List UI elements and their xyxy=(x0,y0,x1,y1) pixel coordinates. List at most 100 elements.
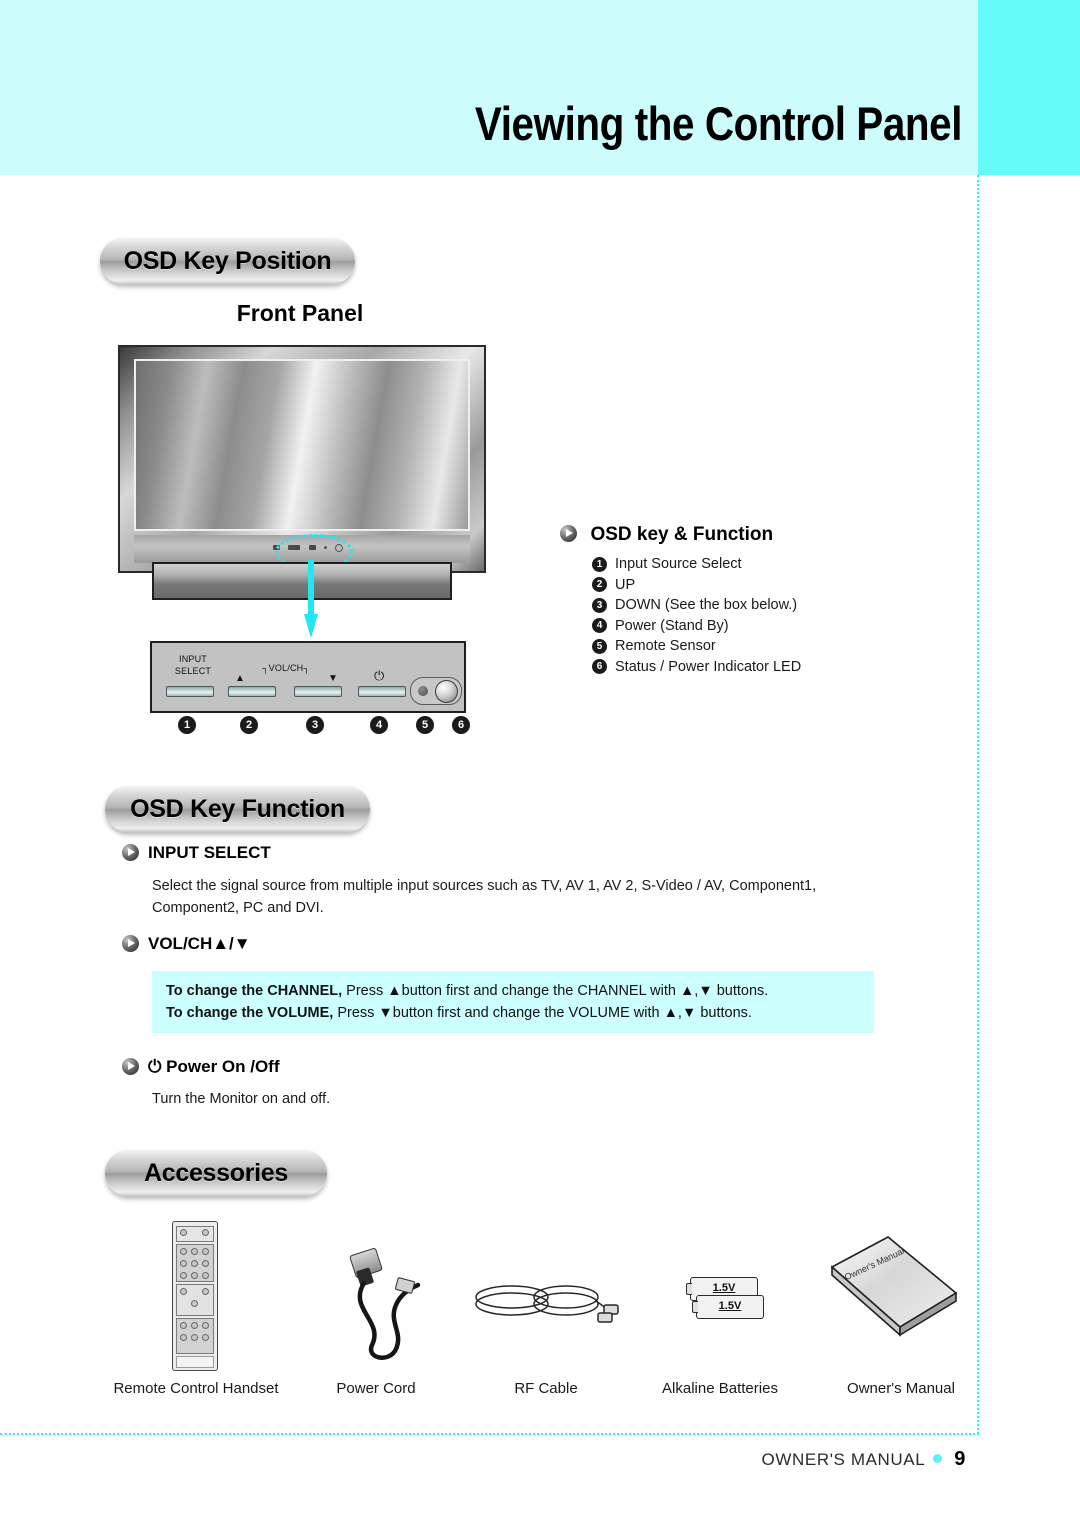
page-title: Viewing the Control Panel xyxy=(474,97,963,150)
remote-sensor-icon xyxy=(418,686,428,696)
list-item: 1 Input Source Select xyxy=(592,556,960,572)
accessory-rf-cable: RF Cable xyxy=(460,1215,632,1405)
monitor-stand xyxy=(152,562,452,600)
remote-key-dot xyxy=(191,1322,198,1329)
note-rest-channel: Press ▲button first and change the CHANN… xyxy=(342,983,769,999)
list-item-label: Status / Power Indicator LED xyxy=(615,658,802,675)
remote-key-dot xyxy=(180,1229,187,1236)
arrow-shaft xyxy=(308,560,314,618)
note-bold-volume: To change the VOLUME, xyxy=(166,1005,334,1021)
front-panel-heading: Front Panel xyxy=(236,300,364,326)
list-number-badge: 4 xyxy=(592,618,607,633)
section-heading-osd-key-function: OSD Key Function xyxy=(105,786,370,832)
input-select-line2: SELECT xyxy=(174,666,212,676)
control-panel-sensor-led-group xyxy=(410,677,462,705)
battery-voltage-label: 1.5V xyxy=(718,1300,742,1312)
remote-key-dot xyxy=(191,1334,198,1341)
control-panel-button-up[interactable] xyxy=(228,686,276,697)
list-item: 4 Power (Stand By) xyxy=(592,618,960,634)
list-item-label: DOWN (See the box below.) xyxy=(615,597,798,613)
control-panel-strip: INPUT SELECT ┐VOL/CH┐ ▲ ▼ ⏻ xyxy=(150,641,466,713)
power-cord-cable-icon xyxy=(357,1280,421,1360)
control-panel-number-callouts: 1 2 3 4 5 6 xyxy=(150,716,470,738)
play-bullet-icon xyxy=(122,935,139,952)
accessory-caption: RF Cable xyxy=(514,1380,578,1397)
rf-cable-icon xyxy=(475,1285,619,1323)
control-panel-input-select-label: INPUT SELECT xyxy=(166,653,220,677)
function-body-power-on-off: Turn the Monitor on and off. xyxy=(152,1091,331,1107)
function-heading-input-select: INPUT SELECT xyxy=(122,843,271,863)
list-number-badge: 2 xyxy=(592,577,607,592)
input-select-line1: INPUT xyxy=(179,654,207,664)
remote-key-dot xyxy=(202,1260,209,1267)
remote-key-dot xyxy=(180,1272,187,1279)
remote-key-dot xyxy=(180,1248,187,1255)
list-number-badge: 5 xyxy=(592,638,607,654)
power-glyph-icon: ⏻ xyxy=(374,668,385,683)
callout-arrow-down-icon xyxy=(304,560,318,638)
section-heading-accessories: Accessories xyxy=(105,1150,327,1196)
list-number-badge: 1 xyxy=(592,556,607,572)
play-bullet-icon xyxy=(122,1058,139,1075)
list-number-badge: 6 xyxy=(592,659,607,674)
section-heading-label: OSD Key Position xyxy=(123,246,332,275)
remote-key-dot xyxy=(180,1260,187,1267)
play-bullet-icon xyxy=(560,525,577,543)
callout-number-6: 6 xyxy=(452,716,470,734)
remote-key-dot xyxy=(202,1248,209,1255)
function-heading-power-on-off: ⏻ Power On /Off xyxy=(122,1057,280,1077)
note-line-volume: To change the VOLUME, Press ▼button firs… xyxy=(166,1002,860,1024)
play-bullet-icon xyxy=(122,844,139,861)
section-heading-label: OSD Key Function xyxy=(130,794,345,823)
remote-key-dot xyxy=(202,1334,209,1341)
accessory-caption: Power Cord xyxy=(336,1380,416,1397)
accessory-alkaline-batteries: 1.5V 1.5V Alkaline Batteries xyxy=(632,1215,808,1405)
remote-key-dot xyxy=(202,1272,209,1279)
list-item-label: Power (Stand By) xyxy=(615,617,729,634)
accessories-row: Remote Control Handset Power Cord RF Cab… xyxy=(100,1215,960,1405)
accessory-power-cord: Power Cord xyxy=(292,1215,460,1405)
accessory-caption: Remote Control Handset xyxy=(113,1380,279,1397)
remote-key-dot xyxy=(191,1260,198,1267)
footer-page-number: 9 xyxy=(954,1448,966,1470)
remote-key-dot xyxy=(202,1229,209,1236)
page-border-bottom-dotted xyxy=(0,1433,979,1435)
section-heading-label: Accessories xyxy=(143,1158,289,1187)
footer-label: OWNER'S MANUAL xyxy=(761,1450,926,1469)
volch-label-text: VOL/CH xyxy=(268,663,304,673)
status-power-indicator-led xyxy=(435,680,458,703)
function-body-input-select: Select the signal source from multiple i… xyxy=(152,878,817,916)
remote-key-dot xyxy=(191,1300,198,1307)
list-item-label: UP xyxy=(615,576,636,593)
control-panel-button-down[interactable] xyxy=(294,686,342,697)
callout-number-1: 1 xyxy=(178,716,196,734)
list-item-label: Input Source Select xyxy=(615,556,742,572)
control-panel-volch-label: ┐VOL/CH┐ xyxy=(262,663,310,673)
function-heading-label: INPUT SELECT xyxy=(148,843,271,862)
up-arrow-icon: ▲ xyxy=(235,673,245,684)
header-accent-strip xyxy=(978,0,1080,175)
volch-note-box: To change the CHANNEL, Press ▲button fir… xyxy=(152,971,874,1033)
list-item-label: Remote Sensor xyxy=(615,638,716,654)
function-heading-volch: VOL/CH▲/▼ xyxy=(122,934,251,954)
osd-key-list: 1 Input Source Select 2 UP 3 DOWN (See t… xyxy=(592,556,960,675)
note-rest-volume: Press ▼button first and change the VOLUM… xyxy=(333,1005,752,1021)
remote-key-dot xyxy=(180,1334,187,1341)
osd-key-and-function-title: OSD key & Function xyxy=(590,524,774,545)
remote-key-dot xyxy=(202,1288,209,1295)
callout-number-3: 3 xyxy=(306,716,324,734)
callout-number-4: 4 xyxy=(370,716,388,734)
remote-key-dot xyxy=(191,1272,198,1279)
note-line-channel: To change the CHANNEL, Press ▲button fir… xyxy=(166,980,860,1002)
accessory-caption: Alkaline Batteries xyxy=(662,1380,778,1397)
callout-number-5: 5 xyxy=(416,716,434,734)
list-item: 6 Status / Power Indicator LED xyxy=(592,659,960,675)
control-panel-button-input-select[interactable] xyxy=(166,686,214,697)
control-panel-button-power[interactable] xyxy=(358,686,406,697)
remote-key-dot xyxy=(202,1322,209,1329)
list-number-badge: 3 xyxy=(592,597,607,613)
list-item: 2 UP xyxy=(592,577,960,593)
monitor-inner-frame xyxy=(134,359,470,531)
osd-key-and-function-block: OSD key & Function 1 Input Source Select… xyxy=(560,524,960,679)
remote-control-icon xyxy=(172,1221,218,1371)
